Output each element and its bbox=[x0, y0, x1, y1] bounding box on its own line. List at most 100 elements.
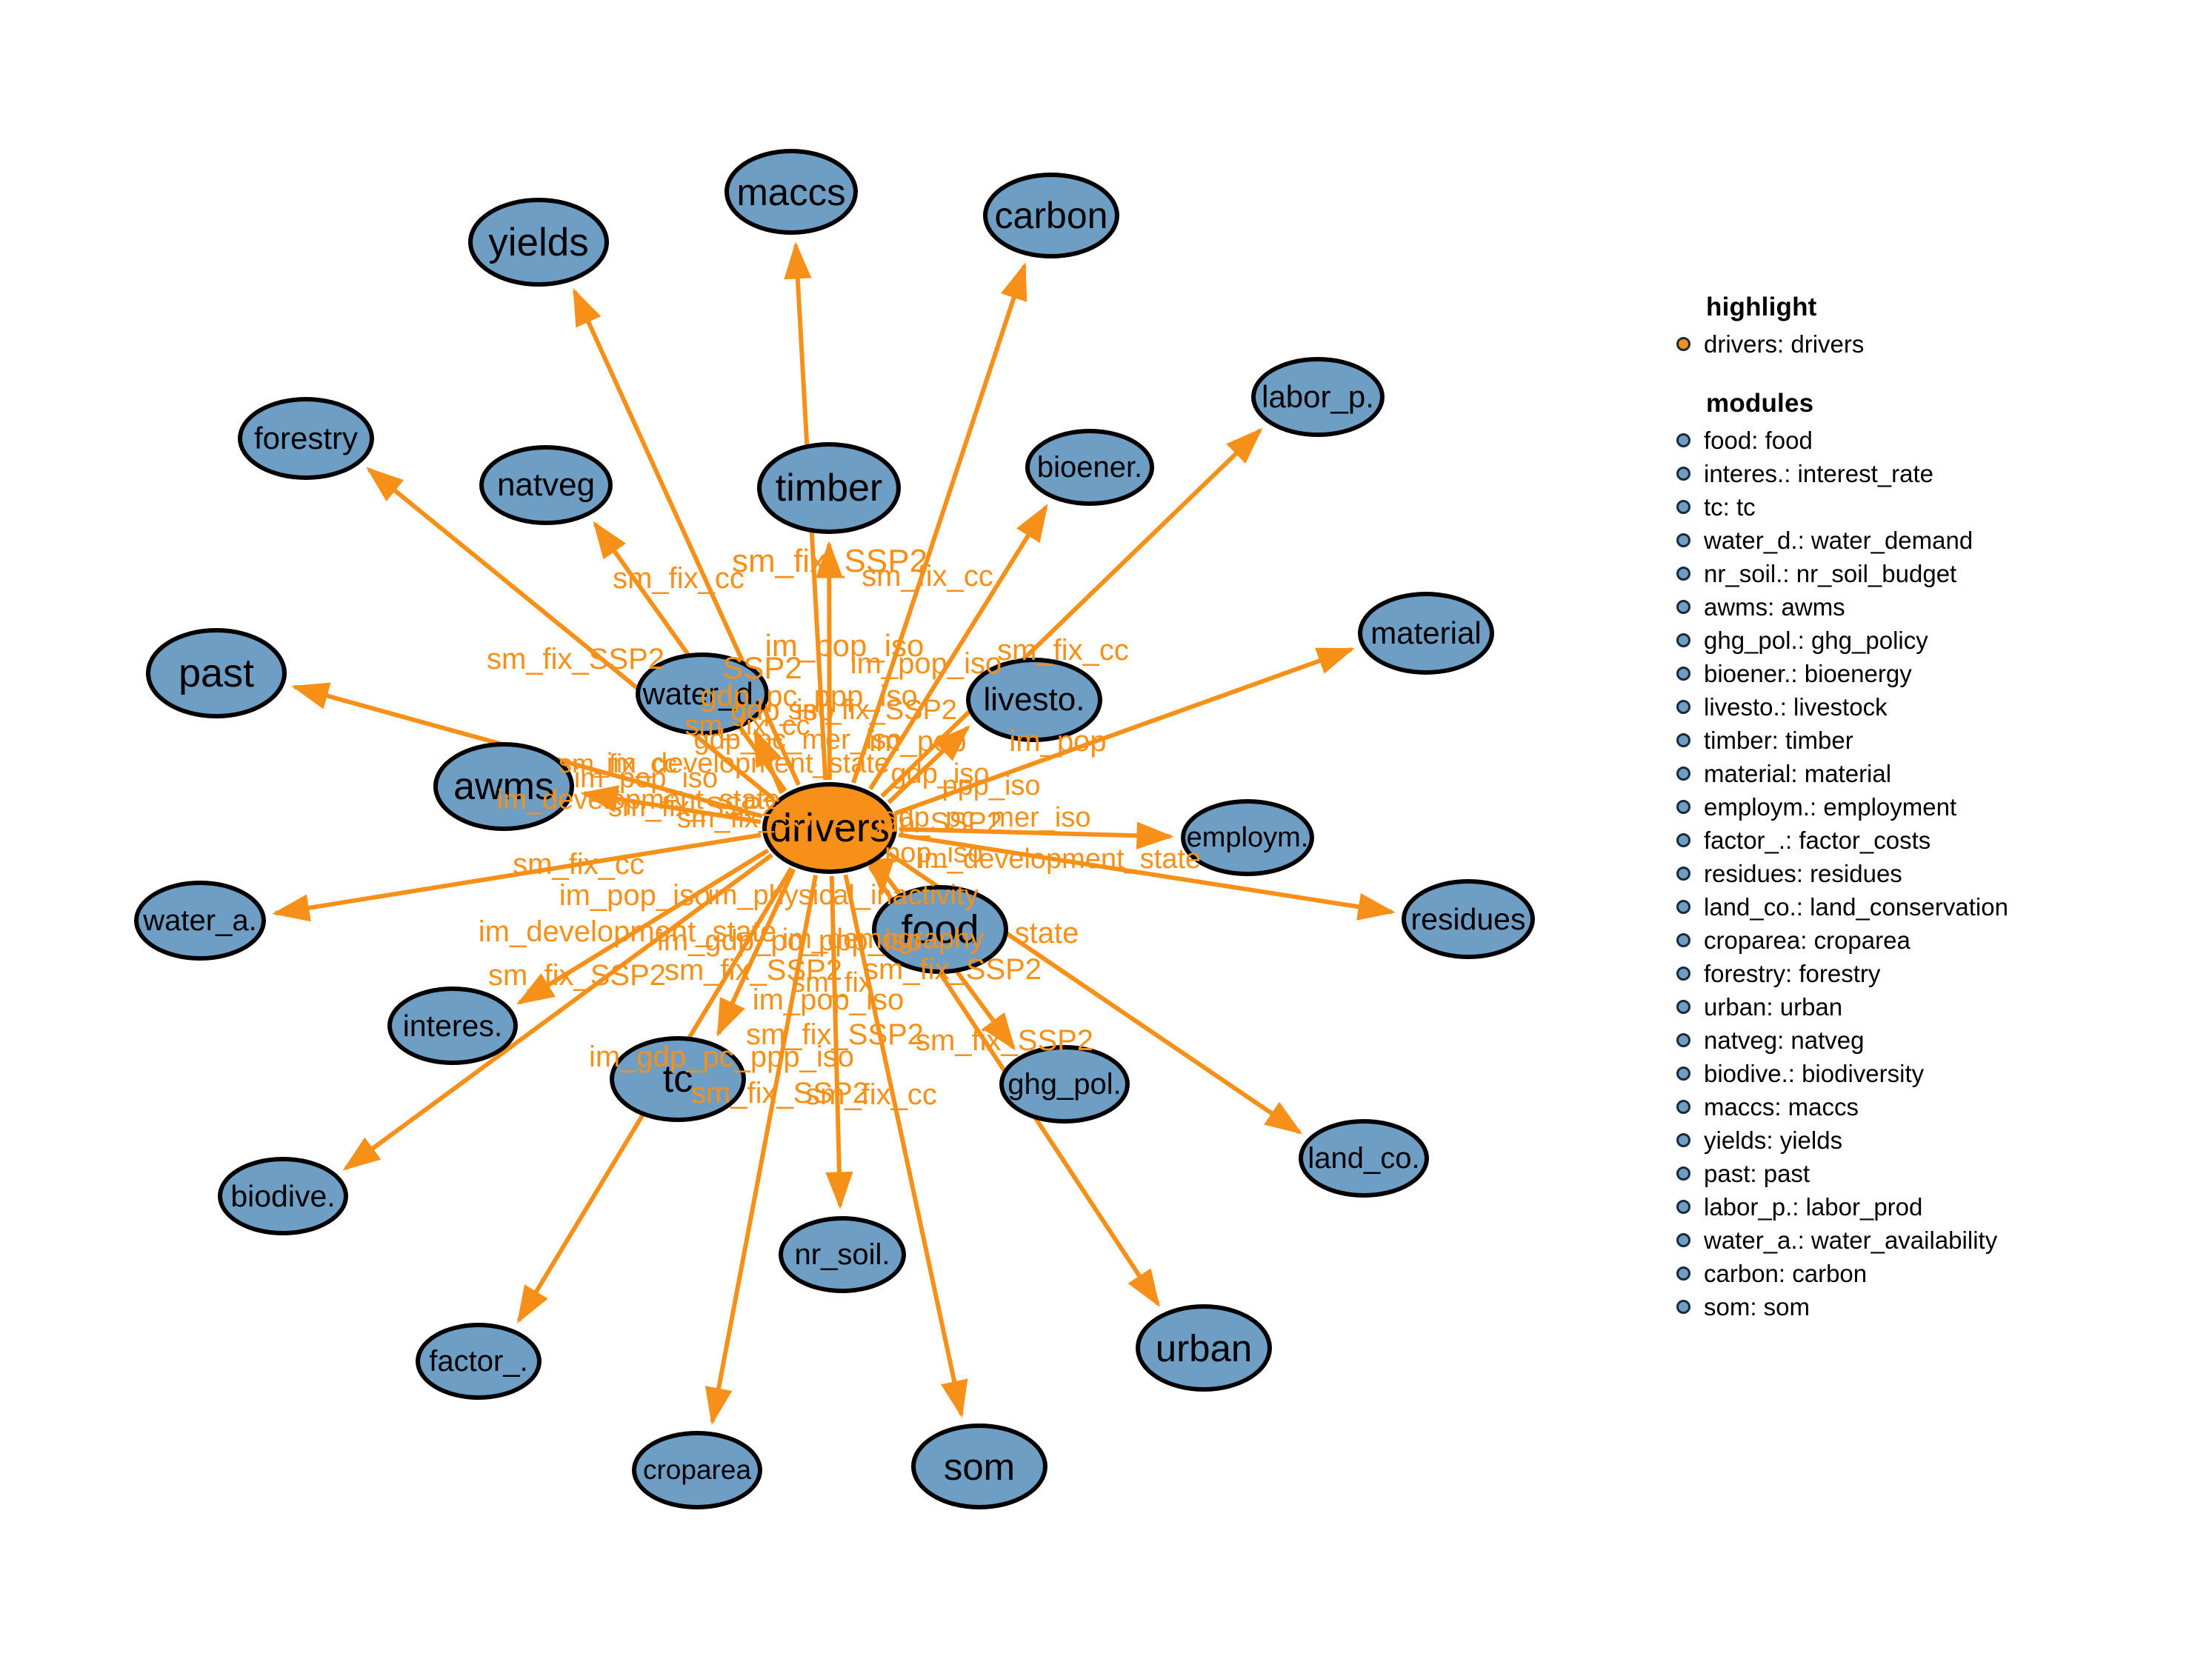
node-food[interactable]: food bbox=[872, 885, 1008, 974]
node-nr-soil[interactable]: nr_soil. bbox=[779, 1216, 906, 1293]
legend-item[interactable]: bioener.: bioenergy bbox=[1670, 657, 2189, 690]
node-label: nr_soil. bbox=[794, 1238, 890, 1271]
node-factor[interactable]: factor_. bbox=[416, 1323, 542, 1400]
node-carbon[interactable]: carbon bbox=[983, 173, 1119, 258]
legend-item[interactable]: croparea: croparea bbox=[1670, 924, 2189, 957]
node-drivers[interactable]: drivers bbox=[762, 782, 897, 874]
legend-item[interactable]: employm.: employment bbox=[1670, 790, 2189, 824]
legend-item[interactable]: material: material bbox=[1670, 757, 2189, 790]
node-livesto[interactable]: livesto. bbox=[966, 658, 1102, 742]
node-labor-p[interactable]: labor_p. bbox=[1251, 357, 1385, 437]
legend-marker-icon bbox=[1676, 1133, 1690, 1147]
legend-modules-title: modules bbox=[1706, 389, 1814, 418]
legend-item-label: ghg_pol.: ghg_policy bbox=[1704, 627, 1928, 654]
legend-item[interactable]: yields: yields bbox=[1670, 1124, 2189, 1157]
legend-item-label: awms: awms bbox=[1704, 593, 1845, 621]
node-som[interactable]: som bbox=[911, 1423, 1047, 1509]
node-land-co[interactable]: land_co. bbox=[1299, 1119, 1429, 1198]
legend-item[interactable]: maccs: maccs bbox=[1670, 1090, 2189, 1124]
node-label: factor_. bbox=[429, 1344, 528, 1378]
legend-marker-icon bbox=[1676, 1066, 1690, 1081]
node-ghg-pol[interactable]: ghg_pol. bbox=[999, 1045, 1130, 1124]
node-label: labor_p. bbox=[1262, 379, 1374, 414]
node-label: water_d. bbox=[642, 676, 762, 711]
legend-item-label: water_d.: water_demand bbox=[1704, 527, 1973, 554]
node-material[interactable]: material bbox=[1358, 592, 1494, 675]
legend-item[interactable]: land_co.: land_conservation bbox=[1670, 890, 2189, 924]
legend-item[interactable]: som: som bbox=[1670, 1290, 2189, 1323]
legend-marker-icon bbox=[1676, 1200, 1690, 1214]
legend-item[interactable]: drivers: drivers bbox=[1670, 327, 2189, 361]
node-residues[interactable]: residues bbox=[1402, 879, 1535, 959]
node-urban[interactable]: urban bbox=[1136, 1304, 1272, 1392]
node-past[interactable]: past bbox=[146, 628, 287, 718]
legend-item[interactable]: labor_p.: labor_prod bbox=[1670, 1190, 2189, 1224]
node-label: awms bbox=[453, 765, 554, 808]
node-timber[interactable]: timber bbox=[757, 442, 901, 534]
legend-item[interactable]: biodive.: biodiversity bbox=[1670, 1057, 2189, 1090]
legend-item[interactable]: water_a.: water_availability bbox=[1670, 1224, 2189, 1257]
legend-item[interactable]: past: past bbox=[1670, 1157, 2189, 1190]
node-label: land_co. bbox=[1307, 1141, 1420, 1175]
node-awms[interactable]: awms bbox=[433, 742, 574, 831]
node-biodive[interactable]: biodive. bbox=[218, 1157, 348, 1235]
legend-highlight-rows: drivers: drivers bbox=[1670, 327, 2189, 361]
edge bbox=[815, 541, 843, 781]
node-label: material bbox=[1370, 615, 1482, 650]
legend-item[interactable]: nr_soil.: nr_soil_budget bbox=[1670, 557, 2189, 590]
legend-item[interactable]: food: food bbox=[1670, 424, 2189, 457]
legend-item[interactable]: ghg_pol.: ghg_policy bbox=[1670, 624, 2189, 657]
legend-item[interactable]: forestry: forestry bbox=[1670, 957, 2189, 990]
legend-item[interactable]: tc: tc bbox=[1670, 490, 2189, 524]
legend-marker-icon bbox=[1676, 700, 1690, 714]
legend-item[interactable]: urban: urban bbox=[1670, 990, 2189, 1024]
node-label: forestry bbox=[253, 421, 359, 455]
node-label: past bbox=[178, 651, 255, 695]
node-label: maccs bbox=[736, 170, 846, 213]
legend-item[interactable]: carbon: carbon bbox=[1670, 1257, 2189, 1290]
node-label: residues bbox=[1410, 901, 1526, 936]
legend-item[interactable]: water_d.: water_demand bbox=[1670, 524, 2189, 557]
legend-item-label: residues: residues bbox=[1704, 860, 1902, 887]
legend-marker-icon bbox=[1676, 1033, 1690, 1047]
legend-marker-icon bbox=[1676, 733, 1690, 747]
node-label: employm. bbox=[1186, 821, 1309, 853]
legend-item-label: forestry: forestry bbox=[1704, 960, 1881, 987]
legend-item[interactable]: timber: timber bbox=[1670, 724, 2189, 757]
legend-item-label: biodive.: biodiversity bbox=[1704, 1060, 1925, 1087]
node-forestry[interactable]: forestry bbox=[238, 397, 374, 480]
legend-item[interactable]: livesto.: livestock bbox=[1670, 690, 2189, 724]
node-tc[interactable]: tc bbox=[610, 1036, 746, 1122]
legend-item[interactable]: factor_.: factor_costs bbox=[1670, 824, 2189, 857]
node-employm[interactable]: employm. bbox=[1181, 799, 1314, 876]
legend-marker-icon bbox=[1676, 1300, 1690, 1314]
legend-item-label: interes.: interest_rate bbox=[1704, 460, 1933, 487]
legend-item[interactable]: natveg: natveg bbox=[1670, 1024, 2189, 1057]
node-label: drivers bbox=[769, 806, 890, 850]
legend-item[interactable]: residues: residues bbox=[1670, 857, 2189, 890]
node-natveg[interactable]: natveg bbox=[479, 445, 613, 525]
node-maccs[interactable]: maccs bbox=[724, 149, 858, 235]
legend-item-label: material: material bbox=[1704, 760, 1892, 787]
legend-marker-icon bbox=[1676, 500, 1690, 514]
legend-item-label: nr_soil.: nr_soil_budget bbox=[1704, 560, 1957, 587]
node-interes[interactable]: interes. bbox=[387, 987, 518, 1065]
legend-marker-icon bbox=[1676, 600, 1690, 614]
legend-marker-icon bbox=[1676, 1000, 1690, 1014]
edge bbox=[825, 875, 853, 1209]
node-label: livesto. bbox=[983, 681, 1085, 718]
legend-modules-rows: food: food interes.: interest_rate tc: tc w… bbox=[1670, 424, 2189, 1323]
node-water-d[interactable]: water_d. bbox=[636, 652, 769, 735]
node-croparea[interactable]: croparea bbox=[632, 1431, 762, 1509]
node-bioener[interactable]: bioener. bbox=[1025, 429, 1154, 506]
legend-item[interactable]: interes.: interest_rate bbox=[1670, 457, 2189, 490]
legend-item-label: labor_p.: labor_prod bbox=[1704, 1193, 1923, 1221]
node-label: som bbox=[943, 1445, 1016, 1488]
node-water-a[interactable]: water_a. bbox=[134, 881, 266, 961]
legend-marker-icon bbox=[1676, 633, 1690, 647]
legend-marker-icon bbox=[1676, 667, 1690, 681]
legend-marker-icon bbox=[1676, 833, 1690, 847]
legend-item[interactable]: awms: awms bbox=[1670, 590, 2189, 624]
network-graph: drivers maccs yields carbon labor_p. forestry… bbox=[0, 0, 1630, 1659]
node-yields[interactable]: yields bbox=[468, 198, 609, 287]
